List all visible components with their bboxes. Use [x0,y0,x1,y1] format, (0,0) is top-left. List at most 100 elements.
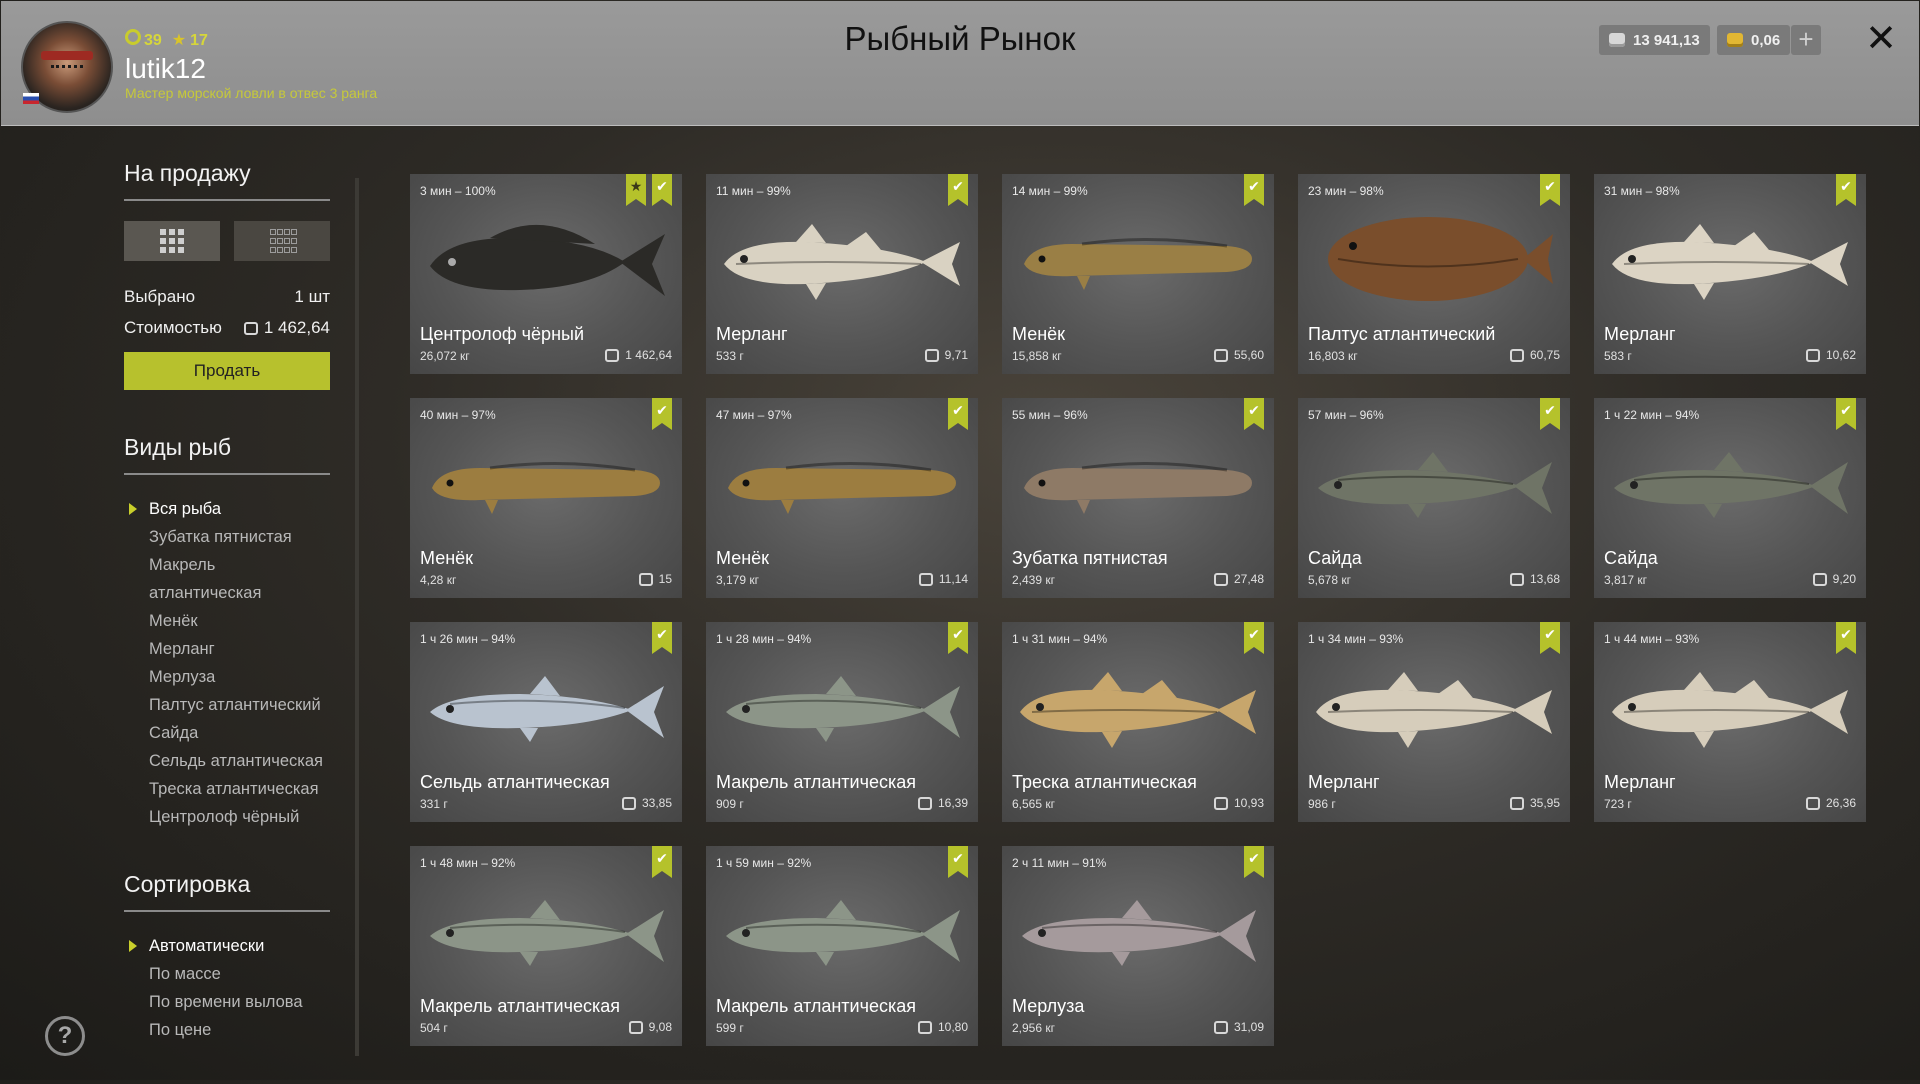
catch-time: 1 ч 59 мин – 92% [716,856,812,870]
cost-label: Стоимостью [124,318,222,337]
fish-card[interactable]: 1 ч 34 мин – 93% ✔ Мерланг 986 г 35,95 [1298,622,1570,822]
catch-time: 1 ч 34 мин – 93% [1308,632,1404,646]
card-badges: ✔ [948,174,968,206]
selected-check-icon[interactable]: ✔ [1836,398,1856,430]
fish-name: Макрель атлантическая [716,996,917,1016]
selected-check-icon[interactable]: ✔ [652,622,672,654]
fish-weight: 2,956 кг [1012,1021,1055,1035]
fish-card[interactable]: 40 мин – 97% ✔ Менёк 4,28 кг 15 [410,398,682,598]
selected-check-icon[interactable]: ✔ [652,174,672,206]
add-currency-button[interactable]: + [1791,25,1821,55]
species-filter-item[interactable]: Сайда [124,719,330,747]
price-value: 26,36 [1825,796,1856,810]
card-badges: ✔ [652,846,672,878]
coin-icon [621,796,636,810]
help-button[interactable]: ? [45,1016,85,1056]
fish-card[interactable]: 55 мин – 96% ✔ Зубатка пятнистая 2,439 к… [1002,398,1274,598]
species-filter-item[interactable]: Зубатка пятнистая [124,523,330,551]
selected-check-icon[interactable]: ✔ [948,174,968,206]
species-filter-item[interactable]: Треска атлантическая [124,775,330,803]
coin-icon [917,796,932,810]
fish-card[interactable]: 11 мин – 99% ✔ Мерланг 533 г 9,71 [706,174,978,374]
fish-card[interactable]: 23 мин – 98% ✔ Палтус атлантический 16,8… [1298,174,1570,374]
fish-card[interactable]: 47 мин – 97% ✔ Менёк 3,179 кг 11,14 [706,398,978,598]
species-filter-item[interactable]: Макрель атлантическая [124,551,330,607]
species-filter-item[interactable]: Вся рыба [124,495,330,523]
fish-weight: 331 г [420,797,448,811]
fish-card[interactable]: 1 ч 26 мин – 94% ✔ Сельдь атлантическая … [410,622,682,822]
species-filter-item[interactable]: Мерланг [124,635,330,663]
cost-row: Стоимостью 1 462,64 [124,318,330,338]
selected-check-icon[interactable]: ✔ [1836,622,1856,654]
silver-value: 13 941,13 [1633,31,1700,49]
fish-card[interactable]: 1 ч 28 мин – 94% ✔ Макрель атлантическая… [706,622,978,822]
selected-check-icon[interactable]: ✔ [1244,622,1264,654]
fish-card[interactable]: 1 ч 48 мин – 92% ✔ Макрель атлантическая… [410,846,682,1046]
selected-label: Выбрано [124,287,196,306]
fish-name: Сайда [1604,548,1658,568]
sort-option[interactable]: По массе [124,960,330,988]
player-stats: 39 ★ 17 [125,29,208,50]
small-grid-icon [269,229,297,253]
level-stat: 39 [125,29,162,50]
selected-check-icon[interactable]: ✔ [1244,398,1264,430]
selected-check-icon[interactable]: ✔ [1540,174,1560,206]
fish-card[interactable]: 1 ч 22 мин – 94% ✔ Сайда 3,817 кг 9,20 [1594,398,1866,598]
fish-card[interactable]: 31 мин – 98% ✔ Мерланг 583 г 10,62 [1594,174,1866,374]
fish-card[interactable]: 3 мин – 100% ★ ✔ Центролоф чёрный 26,072… [410,174,682,374]
coin-icon [628,1020,643,1034]
price-value: 60,75 [1529,348,1560,362]
sort-option[interactable]: По времени вылова [124,988,330,1016]
fish-name: Менёк [716,548,770,568]
coin-icon [1805,796,1820,810]
selected-count-row: Выбрано 1 шт [124,287,330,307]
price-value: 31,09 [1233,1020,1264,1034]
species-title: Виды рыб [124,434,330,475]
fish-name: Мерлуза [1012,996,1085,1016]
species-filter-item[interactable]: Палтус атлантический [124,691,330,719]
selected-check-icon[interactable]: ✔ [948,398,968,430]
catch-time: 47 мин – 97% [716,408,792,422]
species-filter-item[interactable]: Центролоф чёрный [124,803,330,831]
species-filter-item[interactable]: Менёк [124,607,330,635]
fish-price: 10,93 [1213,796,1264,810]
large-grid-view-button[interactable] [124,221,220,261]
price-value: 10,62 [1825,348,1856,362]
selected-check-icon[interactable]: ✔ [948,622,968,654]
sort-option[interactable]: По цене [124,1016,330,1044]
stars-value: 17 [190,31,208,49]
selected-check-icon[interactable]: ✔ [1836,174,1856,206]
selected-check-icon[interactable]: ✔ [948,846,968,878]
fish-price: 16,39 [917,796,968,810]
species-filter-item[interactable]: Мерлуза [124,663,330,691]
catch-time: 1 ч 31 мин – 94% [1012,632,1108,646]
fish-card[interactable]: 1 ч 59 мин – 92% ✔ Макрель атлантическая… [706,846,978,1046]
fish-weight: 533 г [716,349,744,363]
selected-check-icon[interactable]: ✔ [1540,622,1560,654]
close-button[interactable]: ✕ [1863,20,1899,58]
selected-check-icon[interactable]: ✔ [1540,398,1560,430]
species-filter-item[interactable]: Сельдь атлантическая [124,747,330,775]
price-value: 1 462,64 [625,348,672,362]
fish-name: Зубатка пятнистая [1012,548,1168,568]
fish-image [1604,204,1856,314]
selected-check-icon[interactable]: ✔ [1244,846,1264,878]
fish-card[interactable]: 2 ч 11 мин – 91% ✔ Мерлуза 2,956 кг 31,0… [1002,846,1274,1046]
player-rank: Мастер морской ловли в отвес 3 ранга [125,85,378,101]
selected-check-icon[interactable]: ✔ [1244,174,1264,206]
for-sale-title: На продажу [124,160,330,201]
small-grid-view-button[interactable] [234,221,330,261]
fish-card[interactable]: 1 ч 31 мин – 94% ✔ Треска атлантическая … [1002,622,1274,822]
favorite-star-icon[interactable]: ★ [626,174,646,206]
fish-card[interactable]: 1 ч 44 мин – 93% ✔ Мерланг 723 г 26,36 [1594,622,1866,822]
sell-button[interactable]: Продать [124,352,330,390]
price-value: 35,95 [1529,796,1560,810]
sort-option[interactable]: Автоматически [124,932,330,960]
card-badges: ✔ [1836,174,1856,206]
fish-image [716,428,968,538]
fish-card[interactable]: 57 мин – 96% ✔ Сайда 5,678 кг 13,68 [1298,398,1570,598]
fish-image [1012,652,1264,762]
fish-card[interactable]: 14 мин – 99% ✔ Менёк 15,858 кг 55,60 [1002,174,1274,374]
selected-check-icon[interactable]: ✔ [652,398,672,430]
selected-check-icon[interactable]: ✔ [652,846,672,878]
